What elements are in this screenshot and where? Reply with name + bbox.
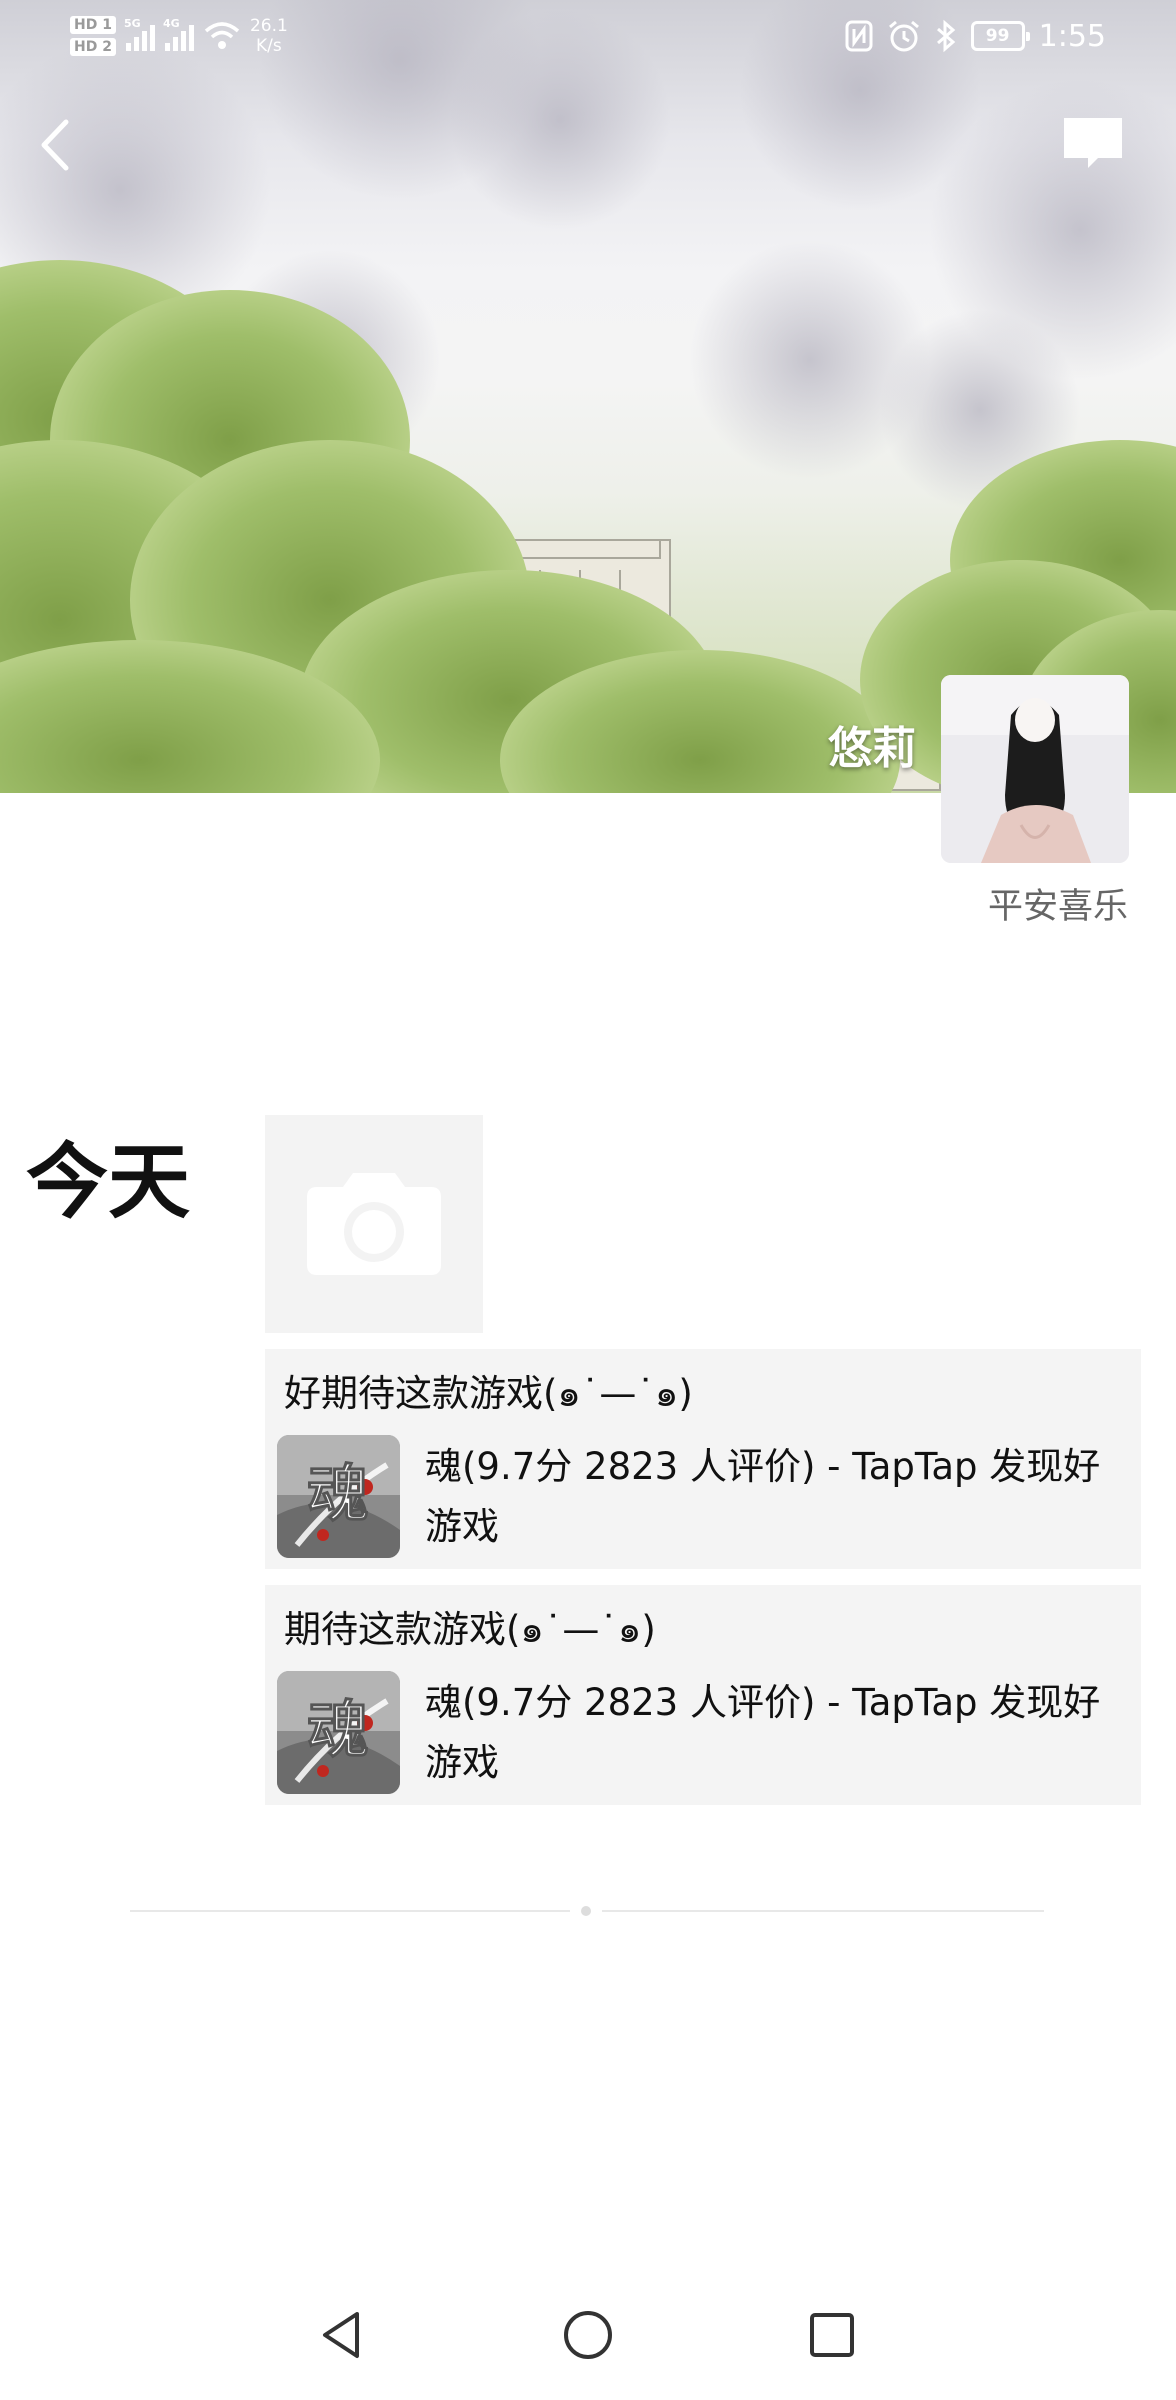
- battery-level: 99: [985, 26, 1010, 46]
- status-left: HD 1 HD 2 5G 4G 26.1 K/s: [70, 8, 288, 64]
- shared-link-post[interactable]: 期待这款游戏(๑˙—˙๑) 魂 魂(9.7分 2823 人评价) - TapTa…: [265, 1585, 1141, 1805]
- network-speed-unit: K/s: [256, 36, 282, 56]
- nav-recents-button[interactable]: [797, 2300, 867, 2370]
- avatar-portrait: [941, 675, 1129, 863]
- end-of-feed-divider: [130, 1905, 1044, 1917]
- day-label: 今天: [26, 1135, 191, 1230]
- back-button[interactable]: [28, 110, 88, 180]
- status-right: 99 1:55: [845, 14, 1106, 58]
- battery-icon: 99: [970, 21, 1030, 51]
- shared-link-title: 魂(9.7分 2823 人评价) - TapTap 发现好游戏: [425, 1445, 1101, 1548]
- navigation-bar: [0, 2260, 1176, 2400]
- nav-back-button[interactable]: [307, 2300, 377, 2370]
- camera-icon: [307, 1173, 441, 1275]
- status-time: 1:55: [1038, 18, 1106, 54]
- triangle-back-icon: [323, 2312, 359, 2358]
- square-recents-icon: [810, 2313, 854, 2357]
- alarm-icon: [888, 20, 919, 52]
- sim-badges: HD 1 HD 2: [70, 16, 116, 56]
- game-thumbnail: 魂: [277, 1671, 400, 1794]
- post-text: 好期待这款游戏(๑˙—˙๑): [284, 1372, 693, 1415]
- nav-home-button[interactable]: [553, 2300, 623, 2370]
- shared-link-title: 魂(9.7分 2823 人评价) - TapTap 发现好游戏: [425, 1681, 1101, 1784]
- status-bar: HD 1 HD 2 5G 4G 26.1 K/s 99 1:55: [0, 0, 1176, 72]
- chevron-left-icon: [41, 119, 69, 171]
- wifi-icon: [204, 22, 240, 49]
- sim2-network-type: 4G: [162, 17, 180, 30]
- circle-home-icon: [564, 2311, 612, 2359]
- speech-bubble-icon: [1064, 118, 1122, 168]
- avatar[interactable]: [941, 675, 1129, 863]
- nfc-icon: [845, 20, 873, 52]
- messages-button[interactable]: [1058, 112, 1128, 176]
- profile-signature: 平安喜乐: [987, 887, 1128, 927]
- sim1-network-type: 5G: [123, 17, 141, 30]
- sim2-hd-badge: HD 2: [70, 38, 116, 56]
- sim1-hd-badge: HD 1: [70, 16, 116, 34]
- post-photo-button[interactable]: [265, 1115, 483, 1333]
- game-thumbnail: 魂: [277, 1435, 400, 1558]
- signal-sim2-icon: 4G: [163, 17, 194, 51]
- profile-nickname[interactable]: 悠莉: [828, 712, 916, 776]
- signal-sim1-icon: 5G: [124, 17, 155, 51]
- network-speed-value: 26.1: [249, 16, 288, 36]
- network-speed: 26.1 K/s: [250, 16, 288, 56]
- thumbnail-glyph: 魂: [307, 1693, 369, 1766]
- thumbnail-glyph: 魂: [307, 1457, 369, 1530]
- post-text: 期待这款游戏(๑˙—˙๑): [284, 1608, 656, 1651]
- bluetooth-icon: [936, 19, 955, 53]
- shared-link-post[interactable]: 好期待这款游戏(๑˙—˙๑) 魂 魂(9.7分 2823 人评价) - TapT…: [265, 1349, 1141, 1569]
